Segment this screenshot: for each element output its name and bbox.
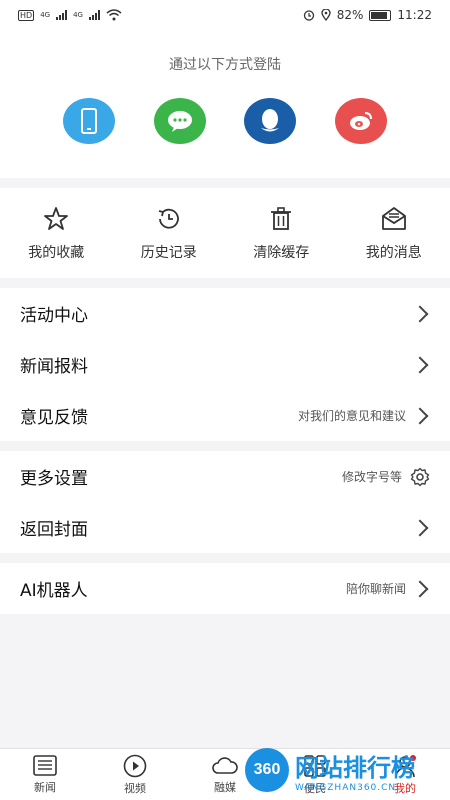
favorites-label: 我的收藏 xyxy=(28,245,85,261)
user-icon xyxy=(395,754,416,777)
network-type-1: 4G xyxy=(40,11,51,19)
video-icon xyxy=(123,754,147,777)
tab-label: 新闻 xyxy=(34,780,56,794)
trash-icon xyxy=(271,207,292,230)
menu-item-ai-robot[interactable]: AI机器人 陪你聊新闻 xyxy=(0,563,450,614)
chevron-right-icon xyxy=(411,305,429,322)
menu-item-subtitle: 对我们的意见和建议 xyxy=(297,409,406,423)
wechat-login-button[interactable] xyxy=(153,98,206,144)
bottom-tab-bar: 新闻 视频 融媒 便民 我的 xyxy=(0,748,450,800)
alarm-icon xyxy=(303,10,314,21)
menu-item-subtitle: 陪你聊新闻 xyxy=(345,582,406,596)
menu-group-3: AI机器人 陪你聊新闻 xyxy=(0,563,450,614)
chevron-right-icon xyxy=(411,519,429,536)
apps-icon xyxy=(304,754,326,777)
menu-group-1: 活动中心 新闻报料 意见反馈 对我们的意见和建议 xyxy=(0,288,450,441)
history-label: 历史记录 xyxy=(140,245,197,261)
clear-cache-label: 清除缓存 xyxy=(253,245,310,261)
qq-login-button[interactable] xyxy=(244,98,297,144)
messages-button[interactable]: 我的消息 xyxy=(338,188,450,278)
tab-label: 视频 xyxy=(124,781,146,795)
gear-icon xyxy=(410,467,430,486)
signal-icon xyxy=(56,10,68,20)
mail-icon xyxy=(381,207,406,230)
hd-badge: HD xyxy=(18,9,35,21)
menu-item-label: 新闻报料 xyxy=(20,357,88,377)
status-left: HD 4G 4G xyxy=(18,9,122,21)
chevron-right-icon xyxy=(411,580,429,597)
tab-label: 我的 xyxy=(394,781,416,795)
chevron-right-icon xyxy=(411,356,429,373)
weibo-login-button[interactable] xyxy=(334,98,387,144)
tab-label: 便民 xyxy=(304,781,326,795)
weibo-icon xyxy=(349,112,372,130)
battery-icon xyxy=(369,9,392,21)
menu-item-more-settings[interactable]: 更多设置 修改字号等 xyxy=(0,451,450,502)
tab-news[interactable]: 新闻 xyxy=(0,749,90,800)
tab-label: 融媒 xyxy=(214,780,236,794)
location-icon xyxy=(321,9,331,21)
quick-actions: 我的收藏 历史记录 清除缓存 我的消息 xyxy=(0,188,450,278)
phone-login-button[interactable] xyxy=(63,98,116,144)
battery-percent: 82% xyxy=(336,8,364,22)
network-type-2: 4G xyxy=(73,11,83,19)
history-icon xyxy=(158,208,179,229)
status-right: 82% 11:22 xyxy=(303,8,432,22)
login-section: 通过以下方式登陆 xyxy=(0,30,450,178)
messages-label: 我的消息 xyxy=(365,245,422,261)
menu-item-subtitle: 修改字号等 xyxy=(341,470,402,484)
favorites-button[interactable]: 我的收藏 xyxy=(0,188,113,278)
menu-item-label: 返回封面 xyxy=(20,520,88,540)
status-bar: HD 4G 4G 82% 11:22 xyxy=(0,0,450,30)
history-button[interactable]: 历史记录 xyxy=(113,188,226,278)
menu-item-news-tip[interactable]: 新闻报料 xyxy=(0,339,450,390)
menu-group-2: 更多设置 修改字号等 返回封面 xyxy=(0,451,450,553)
clock: 11:22 xyxy=(397,8,432,22)
login-title: 通过以下方式登陆 xyxy=(169,57,281,73)
news-icon xyxy=(33,754,57,776)
clear-cache-button[interactable]: 清除缓存 xyxy=(225,188,338,278)
star-icon xyxy=(44,207,69,230)
menu-item-back-to-cover[interactable]: 返回封面 xyxy=(0,502,450,553)
login-methods xyxy=(0,98,450,144)
tab-services[interactable]: 便民 xyxy=(270,749,360,800)
signal-icon-2 xyxy=(88,10,100,20)
menu-item-activity-center[interactable]: 活动中心 xyxy=(0,288,450,339)
tab-mine[interactable]: 我的 xyxy=(360,749,450,800)
phone-icon xyxy=(81,108,98,134)
menu-item-label: AI机器人 xyxy=(20,581,88,601)
cloud-icon xyxy=(212,756,238,774)
tab-video[interactable]: 视频 xyxy=(90,749,180,800)
menu-item-label: 活动中心 xyxy=(20,306,88,326)
wifi-icon xyxy=(106,9,122,21)
wechat-icon xyxy=(167,111,192,132)
menu-item-label: 意见反馈 xyxy=(20,408,88,428)
menu-item-label: 更多设置 xyxy=(20,469,88,489)
menu-item-feedback[interactable]: 意见反馈 对我们的意见和建议 xyxy=(0,390,450,441)
qq-icon xyxy=(261,109,280,132)
tab-media[interactable]: 融媒 xyxy=(180,749,270,800)
chevron-right-icon xyxy=(411,407,429,424)
